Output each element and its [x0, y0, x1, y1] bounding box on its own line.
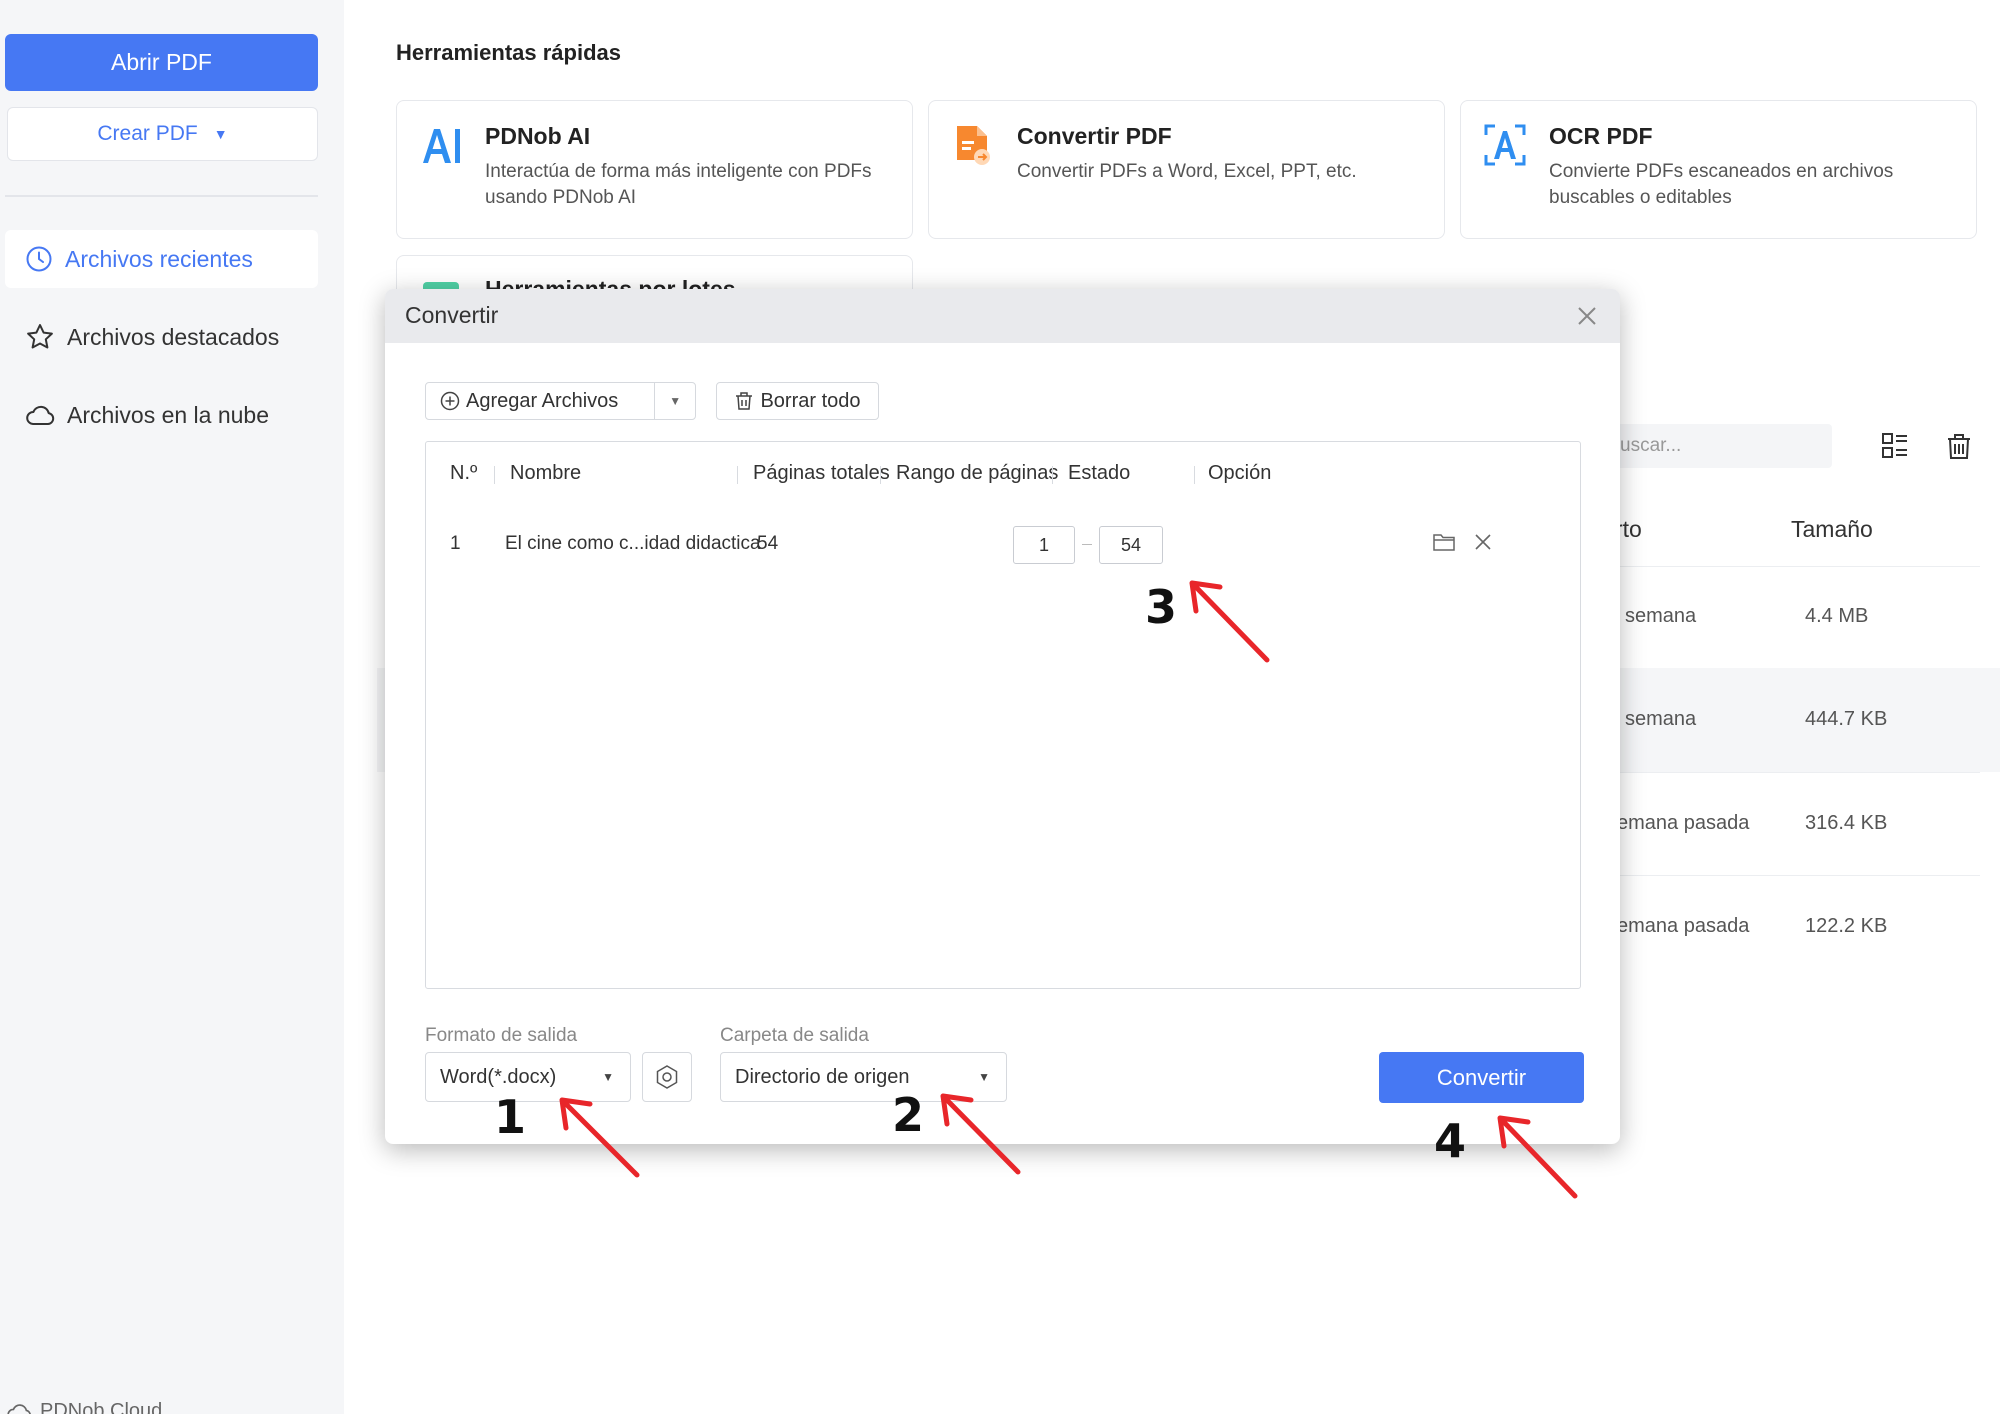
tool-card-title: OCR PDF	[1549, 123, 1653, 149]
tool-card-pdnob-ai[interactable]: PDNob AI Interactúa de forma más intelig…	[396, 100, 913, 239]
add-files-label: Agregar Archivos	[466, 389, 619, 412]
column-divider	[494, 466, 495, 484]
tool-card-desc: Convertir PDFs a Word, Excel, PPT, etc.	[1017, 161, 1357, 182]
column-divider	[1194, 466, 1195, 484]
file-size: 122.2 KB	[1805, 915, 1888, 937]
chevron-down-icon[interactable]: ▼	[655, 394, 695, 408]
row-file-name: El cine como c...idad didactica	[505, 533, 761, 554]
column-header-range: Rango de páginas	[896, 462, 1059, 484]
files-table: N.º Nombre Páginas totales Rango de pági…	[425, 441, 1581, 989]
open-pdf-button[interactable]: Abrir PDF	[5, 34, 318, 91]
sidebar-divider	[5, 195, 318, 197]
range-end-input[interactable]: 54	[1099, 526, 1163, 564]
plus-circle-icon	[440, 391, 460, 411]
remove-icon[interactable]	[1471, 530, 1495, 554]
create-pdf-label: Crear PDF	[97, 122, 198, 145]
chevron-down-icon: ▼	[602, 1070, 614, 1084]
file-opened: semana	[1625, 605, 1697, 627]
column-header-no: N.º	[450, 462, 478, 484]
file-size: 4.4 MB	[1805, 605, 1869, 627]
cloud-icon	[7, 1403, 31, 1414]
pdnob-cloud-label: PDNob Cloud	[40, 1400, 163, 1414]
row-divider	[1560, 566, 1980, 567]
convert-dialog: Convertir Agregar Archivos ▼ Borrar todo…	[385, 289, 1620, 1144]
row-total-pages: 54	[757, 533, 779, 554]
sidebar: Abrir PDF Crear PDF ▼ Archivos recientes…	[0, 0, 344, 1414]
pdnob-cloud-footer[interactable]: PDNob Cloud	[6, 1400, 162, 1414]
output-folder-label: Carpeta de salida	[720, 1025, 869, 1046]
sidebar-item-cloud-files[interactable]: Archivos en la nube	[5, 386, 318, 444]
tool-card-ocr-pdf[interactable]: OCR PDF Convierte PDFs escaneados en arc…	[1460, 100, 1977, 239]
chevron-down-icon: ▼	[213, 126, 228, 142]
dialog-header: Convertir	[385, 289, 1620, 343]
clear-all-label: Borrar todo	[760, 389, 861, 412]
annotation-number-2: 2	[892, 1088, 925, 1142]
search-input[interactable]: uscar...	[1600, 424, 1832, 468]
format-settings-button[interactable]	[642, 1052, 692, 1102]
column-divider	[1052, 466, 1053, 484]
tool-card-desc: Convierte PDFs escaneados en archivos bu…	[1549, 161, 1894, 208]
tool-card-title: PDNob AI	[485, 123, 591, 149]
column-header-option: Opción	[1208, 462, 1272, 484]
file-opened: semana	[1625, 708, 1697, 730]
column-header-name: Nombre	[510, 462, 582, 484]
files-column-size[interactable]: Tamaño	[1791, 516, 1873, 543]
tool-card-desc: Interactúa de forma más inteligente con …	[485, 161, 872, 208]
convert-button[interactable]: Convertir	[1379, 1052, 1584, 1103]
tool-card-title: Convertir PDF	[1017, 123, 1172, 149]
file-size: 444.7 KB	[1805, 708, 1888, 730]
output-format-value: Word(*.docx)	[440, 1065, 557, 1088]
range-separator	[1082, 544, 1092, 545]
gear-icon	[656, 1065, 678, 1089]
tool-card-convert-pdf[interactable]: Convertir PDF Convertir PDFs a Word, Exc…	[928, 100, 1445, 239]
clock-icon	[26, 246, 52, 272]
output-format-select[interactable]: Word(*.docx) ▼	[425, 1052, 631, 1102]
row-number: 1	[450, 533, 461, 554]
row-divider	[1560, 875, 1980, 876]
range-start-input[interactable]: 1	[1013, 526, 1075, 564]
folder-icon[interactable]	[1432, 530, 1456, 554]
sidebar-item-recent-files[interactable]: Archivos recientes	[5, 230, 318, 288]
convert-pdf-icon	[957, 126, 990, 165]
sidebar-item-label: Archivos recientes	[65, 245, 253, 272]
trash-icon	[736, 392, 753, 410]
column-divider	[737, 466, 738, 484]
file-opened: emana pasada	[1617, 915, 1750, 937]
output-format-label: Formato de salida	[425, 1025, 578, 1046]
clear-all-button[interactable]: Borrar todo	[716, 382, 879, 420]
ocr-icon	[1484, 124, 1526, 166]
annotation-number-3: 3	[1145, 580, 1178, 634]
sidebar-item-starred-files[interactable]: Archivos destacados	[5, 308, 318, 366]
cloud-icon	[26, 405, 55, 425]
sidebar-item-label: Archivos destacados	[67, 323, 280, 350]
create-pdf-button[interactable]: Crear PDF ▼	[7, 107, 318, 161]
quick-tools-title: Herramientas rápidas	[396, 40, 621, 65]
column-header-pages: Páginas totales	[753, 462, 890, 484]
chevron-down-icon: ▼	[978, 1070, 990, 1084]
annotation-number-4: 4	[1434, 1114, 1467, 1168]
file-size: 316.4 KB	[1805, 812, 1888, 834]
column-header-status: Estado	[1068, 462, 1131, 484]
column-divider	[880, 466, 881, 484]
close-icon[interactable]	[1576, 305, 1598, 327]
star-icon	[27, 324, 53, 349]
file-opened: emana pasada	[1617, 812, 1750, 834]
list-view-icon[interactable]	[1880, 431, 1910, 461]
sidebar-item-label: Archivos en la nube	[67, 401, 270, 428]
annotation-number-1: 1	[494, 1090, 527, 1144]
dialog-title: Convertir	[405, 302, 499, 328]
output-folder-value: Directorio de origen	[735, 1065, 910, 1088]
row-divider	[1560, 772, 1980, 773]
output-folder-select[interactable]: Directorio de origen ▼	[720, 1052, 1007, 1102]
add-files-button[interactable]: Agregar Archivos ▼	[425, 382, 696, 420]
ai-icon	[423, 129, 460, 163]
trash-icon[interactable]	[1944, 431, 1974, 461]
